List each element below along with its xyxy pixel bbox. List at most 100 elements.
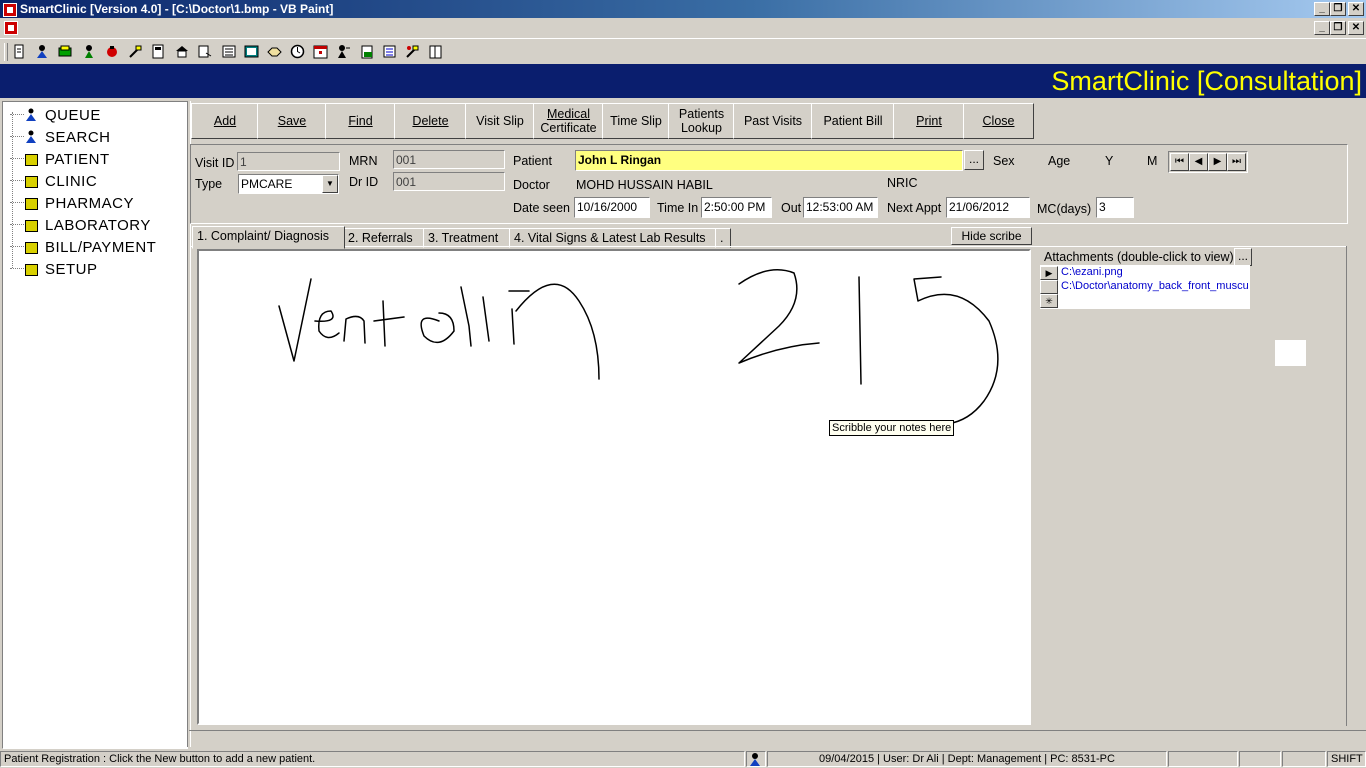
close-button[interactable]: Close [963, 103, 1034, 139]
first-record-icon[interactable]: ⏮ [1170, 153, 1189, 171]
time-out-field[interactable]: 12:53:00 AM [803, 197, 878, 218]
records-tool-icon[interactable] [222, 44, 237, 59]
tab-complaint-diagnosis[interactable]: 1. Complaint/ Diagnosis [192, 226, 345, 249]
child-close-icon[interactable]: ✕ [1348, 21, 1364, 35]
person-icon [26, 130, 36, 143]
help-book-tool-icon[interactable] [428, 44, 443, 59]
close-icon[interactable]: ✕ [1348, 2, 1364, 16]
patients-lookup-label-line1: Patients [678, 107, 725, 121]
nav-item-patient[interactable]: PATIENT [0, 148, 184, 170]
next-appt-field[interactable]: 21/06/2012 [946, 197, 1030, 218]
handwriting-strokes [278, 269, 999, 425]
nav-item-search[interactable]: SEARCH [0, 126, 184, 148]
child-minimize-icon[interactable]: _ [1314, 21, 1330, 35]
app-icon [3, 3, 17, 17]
clinic-tool-icon[interactable] [175, 44, 190, 59]
add-label: Add [213, 114, 237, 128]
medical-certificate-label-line2: Certificate [540, 121, 597, 135]
type-select[interactable]: PMCARE ▼ [238, 174, 339, 194]
lab-tool-icon[interactable] [128, 44, 143, 59]
nav-item-clinic[interactable]: CLINIC [0, 170, 184, 192]
medical-certificate-label-line1: Medical [546, 107, 591, 121]
add-button[interactable]: Add [191, 103, 259, 139]
queue-tool-icon[interactable] [12, 44, 27, 59]
tab-treatment[interactable]: 3. Treatment [423, 228, 511, 248]
attachment-row[interactable]: ▶ C:\ezani.png [1040, 266, 1250, 280]
doctor-name: MOHD HUSSAIN HABIL [576, 178, 713, 192]
image-preview[interactable] [1275, 340, 1306, 366]
child-window-icon[interactable] [4, 21, 18, 35]
save-button[interactable]: Save [257, 103, 327, 139]
handshake-tool-icon[interactable] [267, 44, 282, 59]
nav-item-pharmacy[interactable]: PHARMACY [0, 192, 184, 214]
person-tool-icon[interactable] [35, 44, 50, 59]
pharmacy-tool-icon[interactable] [105, 44, 120, 59]
toolbar-grip [4, 43, 8, 61]
bill-tool-icon[interactable] [360, 44, 375, 59]
age-years-unit: Y [1105, 154, 1114, 168]
tab-referrals[interactable]: 2. Referrals [343, 228, 425, 248]
tab-extra[interactable]: . [715, 228, 731, 248]
patients-lookup-button[interactable]: Patients Lookup [668, 103, 735, 139]
delete-label: Delete [412, 114, 449, 128]
time-in-field[interactable]: 2:50:00 PM [701, 197, 772, 218]
scribble-canvas[interactable]: Scribble your notes here [197, 249, 1031, 725]
time-slip-button[interactable]: Time Slip [602, 103, 670, 139]
next-record-icon[interactable]: ▶ [1208, 153, 1227, 171]
minimize-icon[interactable]: _ [1314, 2, 1330, 16]
medical-certificate-button[interactable]: Medical Certificate [533, 103, 604, 139]
child-restore-icon[interactable]: ❐ [1330, 21, 1346, 35]
tab-vital-signs-lab-results[interactable]: 4. Vital Signs & Latest Lab Results [509, 228, 721, 248]
nav-item-bill-payment[interactable]: BILL/PAYMENT [0, 236, 184, 258]
attachment-new-row[interactable]: ✳ [1040, 294, 1250, 308]
setup-tool-icon[interactable] [405, 44, 420, 59]
last-record-icon[interactable]: ⏭ [1227, 153, 1246, 171]
nav-label: PHARMACY [45, 195, 135, 212]
attachment-path[interactable]: C:\Doctor\anatomy_back_front_muscu [1061, 280, 1250, 292]
registration-tool-icon[interactable] [58, 44, 73, 59]
sex-label: Sex [993, 154, 1015, 168]
doctor-tool-icon[interactable] [82, 44, 97, 59]
user-tool-icon[interactable] [336, 44, 351, 59]
clock-tool-icon[interactable] [290, 44, 305, 59]
past-visits-button[interactable]: Past Visits [733, 103, 813, 139]
nav-label: SEARCH [45, 129, 111, 146]
hide-scribe-button[interactable]: Hide scribe [951, 227, 1032, 245]
attachments-browse-button[interactable]: ... [1234, 248, 1252, 266]
visit-id-label: Visit ID [195, 156, 235, 170]
print-button[interactable]: Print [893, 103, 965, 139]
mrn-field: 001 [393, 150, 505, 169]
dr-id-field: 001 [393, 172, 505, 191]
find-button[interactable]: Find [325, 103, 396, 139]
close-label: Close [982, 114, 1015, 128]
nav-item-laboratory[interactable]: LABORATORY [0, 214, 184, 236]
patient-lookup-button[interactable]: ... [964, 150, 984, 170]
patient-field[interactable]: John L Ringan [575, 150, 963, 171]
status-panel-2 [1239, 751, 1281, 767]
module-banner: SmartClinic [Consultation] [0, 64, 1366, 98]
attachment-row[interactable]: C:\Doctor\anatomy_back_front_muscu [1040, 280, 1250, 294]
image-tool-icon[interactable] [244, 44, 259, 59]
toolbar [0, 38, 1366, 65]
status-panel-3 [1282, 751, 1326, 767]
previous-record-icon[interactable]: ◀ [1189, 153, 1208, 171]
visit-slip-button[interactable]: Visit Slip [465, 103, 535, 139]
attachment-path[interactable]: C:\ezani.png [1061, 266, 1250, 278]
restore-icon[interactable]: ❐ [1330, 2, 1346, 16]
calendar-tool-icon[interactable] [313, 44, 328, 59]
date-seen-field[interactable]: 10/16/2000 [574, 197, 650, 218]
visit-slip-label: Visit Slip [476, 114, 524, 128]
nav-item-setup[interactable]: SETUP [0, 258, 184, 280]
list-tool-icon[interactable] [382, 44, 397, 59]
mc-days-field[interactable]: 3 [1096, 197, 1134, 218]
calculator-tool-icon[interactable] [151, 44, 166, 59]
delete-button[interactable]: Delete [394, 103, 467, 139]
chevron-down-icon[interactable]: ▼ [322, 175, 338, 193]
save-label: Save [277, 114, 307, 128]
status-shift: SHIFT [1327, 751, 1366, 767]
patient-bill-button[interactable]: Patient Bill [811, 103, 895, 139]
find-label: Find [348, 114, 373, 128]
nav-item-queue[interactable]: QUEUE [0, 104, 184, 126]
report-tool-icon[interactable] [197, 44, 212, 59]
nav-label: SETUP [45, 261, 98, 278]
